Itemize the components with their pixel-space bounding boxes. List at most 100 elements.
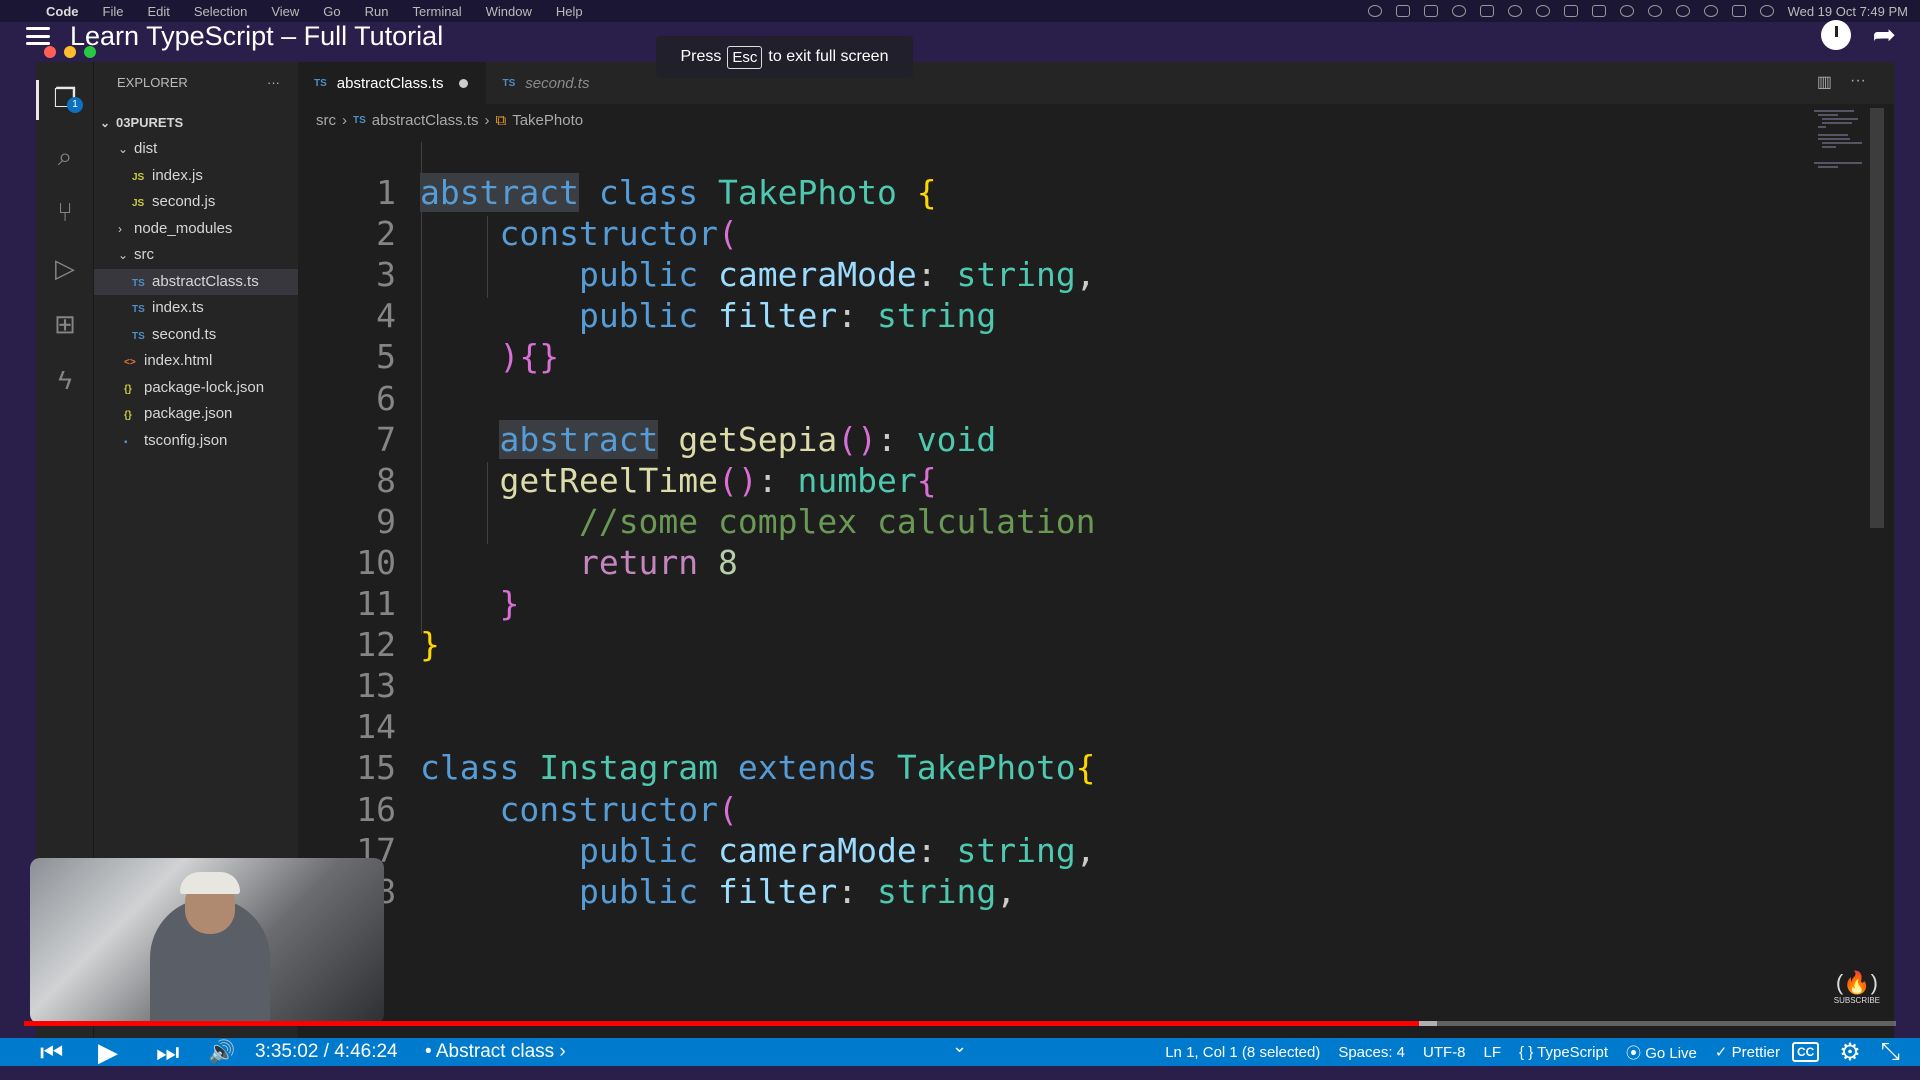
video-progress-bar[interactable] <box>24 1021 1419 1026</box>
code-token: Instagram <box>539 748 719 788</box>
code-editor[interactable]: 1 abstract class TakePhoto {2 constructor… <box>298 134 1894 1042</box>
source-control-icon[interactable]: ⑂ <box>49 196 81 228</box>
line-number: 1 <box>376 173 396 212</box>
tree-item[interactable]: JS index.js <box>132 163 203 189</box>
code-token: : <box>837 296 878 336</box>
previous-icon[interactable]: ⏮ <box>40 1034 63 1070</box>
play-icon[interactable]: ▶ <box>98 1034 118 1070</box>
json-file-icon: {} <box>124 383 132 395</box>
code-token: {} <box>519 337 560 377</box>
workspace-root[interactable]: ⌄ 03PURETS <box>100 110 183 136</box>
search-icon[interactable]: ⌕ <box>49 140 81 172</box>
code-token: () <box>837 419 878 459</box>
video-controls-right: CC ⚙ ⤡ <box>1791 1034 1900 1070</box>
editor-tab[interactable]: TS second.ts <box>486 62 607 104</box>
tree-item-label: dist <box>134 140 158 157</box>
tab-label: abstractClass.ts <box>336 74 444 92</box>
line-number: 15 <box>356 748 396 788</box>
code-token: ) <box>499 337 520 377</box>
ts-file-icon: TS <box>314 77 327 89</box>
chevron-down-icon: ⌄ <box>118 142 129 156</box>
line-number: 16 <box>356 789 396 829</box>
line-text: } <box>420 624 440 665</box>
line-text: } <box>420 583 519 624</box>
code-token: public <box>578 830 699 870</box>
video-top-bar: Learn TypeScript – Full Tutorial ➦ <box>0 14 1920 58</box>
js-file-icon: JS <box>132 198 145 209</box>
ts-file-icon: TS <box>502 77 516 89</box>
chevron-down-icon[interactable]: ⌄ <box>952 1028 967 1064</box>
tree-item[interactable]: JS second.js <box>132 189 215 215</box>
next-icon[interactable]: ⏭ <box>156 1034 179 1070</box>
thunder-client-icon[interactable]: ϟ <box>49 364 81 396</box>
line-number: 5 <box>376 337 396 377</box>
tree-item[interactable]: ▪ tsconfig.json <box>124 428 227 454</box>
breadcrumb-item[interactable]: src <box>316 112 336 129</box>
channel-logo-mark: (🔥) <box>1835 970 1878 995</box>
tree-item[interactable]: <> index.html <box>124 348 212 374</box>
chevron-down-icon: ⌄ <box>100 116 111 130</box>
code-token: : <box>916 255 957 295</box>
chevron-down-icon: ⌄ <box>118 248 129 262</box>
tree-item[interactable]: › node_modules <box>118 216 232 242</box>
code-token: } <box>420 625 440 665</box>
editor-area: TS abstractClass.ts TS second.ts ▥ ··· src ›… <box>298 62 1894 1042</box>
run-debug-icon[interactable]: ▷ <box>49 252 81 284</box>
json-file-icon: {} <box>124 410 132 421</box>
line-text: class Instagram extends TakePhoto{ <box>420 747 1096 788</box>
extensions-icon[interactable]: ⊞ <box>49 308 81 340</box>
tree-item[interactable]: ⌄ src <box>118 242 154 268</box>
tree-item-label: package.json <box>144 405 233 422</box>
video-title[interactable]: Learn TypeScript – Full Tutorial <box>70 21 443 52</box>
tree-item[interactable]: TS abstractClass.ts <box>94 268 298 295</box>
tree-item[interactable]: TS second.ts <box>132 322 216 348</box>
explorer-title: EXPLORER <box>117 74 188 90</box>
minimap[interactable] <box>1814 108 1874 178</box>
tree-item[interactable]: {} package.json <box>124 401 232 427</box>
explorer-more-button[interactable]: ··· <box>267 75 280 90</box>
code-token: filter <box>718 296 838 336</box>
watch-later-icon[interactable] <box>1820 20 1851 50</box>
code-token: //some complex calculation <box>578 501 1096 541</box>
captions-button[interactable]: CC <box>1791 1042 1820 1062</box>
code-token: ( <box>718 789 738 829</box>
code-token: : <box>916 830 957 870</box>
breadcrumb-item[interactable]: TakePhoto <box>512 112 583 129</box>
split-editor-icon[interactable]: ▥ <box>1817 72 1832 92</box>
tree-item[interactable]: {} package-lock.json <box>124 375 264 401</box>
breadcrumb-item[interactable]: abstractClass.ts <box>372 112 479 129</box>
line-text: abstract getSepia(): void <box>420 419 996 460</box>
channel-logo[interactable]: (🔥) SUBSCRIBE <box>1834 970 1880 1005</box>
exit-fullscreen-icon[interactable]: ⤡ <box>1881 1038 1900 1066</box>
unsaved-dot-icon[interactable] <box>459 78 469 88</box>
editor-tab[interactable]: TS abstractClass.ts <box>298 62 487 104</box>
chapter-title[interactable]: • Abstract class › <box>425 1034 566 1070</box>
line-text: constructor( <box>420 789 738 830</box>
tree-item[interactable]: ⌄ dist <box>118 136 157 162</box>
code-token: cameraMode <box>718 255 917 295</box>
code-token: void <box>916 419 997 459</box>
playlist-menu-icon[interactable] <box>26 27 50 45</box>
tree-item[interactable]: TS index.ts <box>132 295 204 321</box>
share-icon[interactable]: ➦ <box>1873 20 1896 50</box>
settings-icon[interactable]: ⚙ <box>1839 1038 1861 1067</box>
video-progress-buffer <box>1418 1021 1438 1026</box>
more-actions-icon[interactable]: ··· <box>1850 72 1866 92</box>
code-token: getSepia <box>678 419 838 459</box>
code-token: return <box>578 542 699 582</box>
breadcrumb-separator: › <box>484 112 490 129</box>
tree-item-label: src <box>134 246 154 263</box>
code-token: getReelTime <box>499 460 719 500</box>
editor-scrollbar[interactable] <box>1870 108 1884 528</box>
line-number: 6 <box>376 378 396 418</box>
presenter-cap <box>180 872 240 894</box>
volume-icon[interactable]: 🔊 <box>208 1034 235 1070</box>
